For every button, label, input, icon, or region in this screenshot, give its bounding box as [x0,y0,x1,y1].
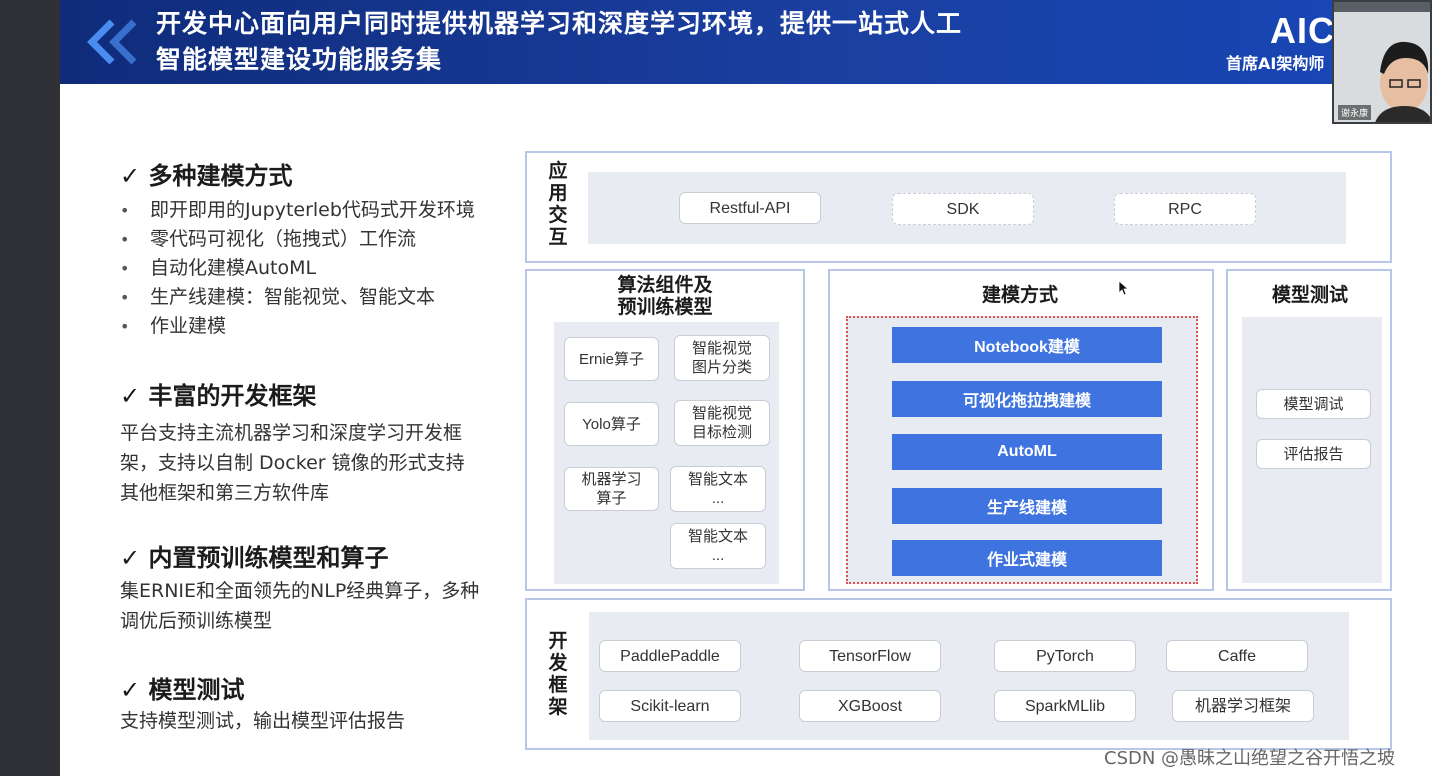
section-title-modeling: ✓ 多种建模方式 [120,162,293,190]
bullet-item: 生产线建模：智能视觉、智能文本 [120,283,475,312]
paragraph-line: 平台支持主流机器学习和深度学习开发框 [120,422,463,444]
modeling-methods-title: 建模方式 [981,284,1058,306]
brand-logo: AIC [1270,10,1335,51]
algo-chip: 机器学习 算子 [564,467,659,511]
algo-chip: Yolo算子 [564,402,659,446]
brand-subtitle: 首席AI架构师 [1226,54,1325,73]
frameworks-description: 平台支持主流机器学习和深度学习开发框 架，支持以自制 Docker 镜像的形式支… [120,418,465,508]
algo-chip: Ernie算子 [564,337,659,381]
title-banner: 开发中心面向用户同时提供机器学习和深度学习环境，提供一站式人工 智能模型建设功能… [60,0,1432,84]
visual-drag-modeling-block: 可视化拖拉拽建模 [892,381,1162,417]
dev-framework-label: 开发框架 [548,630,568,718]
algo-chip: 智能视觉 目标检测 [674,400,770,446]
framework-chip: TensorFlow [799,640,941,672]
framework-chip: Caffe [1166,640,1308,672]
restful-api-chip: Restful-API [679,192,821,224]
framework-chip: SparkMLlib [994,690,1136,722]
sdk-chip: SDK [892,193,1034,225]
model-debug-chip: 模型调试 [1256,389,1371,419]
double-chevron-left-icon [87,19,137,65]
presenter-name-label: 谢永康 [1338,105,1372,120]
automl-block: AutoML [892,434,1162,470]
mouse-cursor-icon [1118,280,1130,296]
notebook-modeling-block: Notebook建模 [892,327,1162,363]
evaluation-report-chip: 评估报告 [1256,439,1371,469]
title-line: 算法组件及 [617,274,713,296]
testing-description: 支持模型测试，输出模型评估报告 [120,710,406,732]
pretrained-description: 集ERNIE和全面领先的NLP经典算子，多种 调优后预训练模型 [120,576,479,636]
algo-chip: 智能文本 ... [670,523,766,569]
rpc-chip: RPC [1114,193,1256,225]
model-testing-title: 模型测试 [1271,284,1348,306]
section-title-testing: ✓ 模型测试 [120,676,245,704]
modeling-bullet-list: 即开即用的Jupyterleb代码式开发环境 零代码可视化（拖拽式）工作流 自动… [120,196,475,341]
bullet-item: 即开即用的Jupyterleb代码式开发环境 [120,196,475,225]
csdn-watermark: CSDN @愚昧之山绝望之谷开悟之坡 [1104,748,1396,769]
slide-title-line2: 智能模型建设功能服务集 [156,45,443,74]
algo-chip: 智能文本 ... [670,466,766,512]
paragraph-line: 架，支持以自制 Docker 镜像的形式支持 [120,452,465,474]
framework-chip: Scikit-learn [599,690,741,722]
section-title-pretrained: ✓ 内置预训练模型和算子 [120,544,389,572]
algo-chip: 智能视觉 图片分类 [674,335,770,381]
bullet-item: 零代码可视化（拖拽式）工作流 [120,225,475,254]
bullet-item: 自动化建模AutoML [120,254,475,283]
pipeline-modeling-block: 生产线建模 [892,488,1162,524]
bullet-item: 作业建模 [120,312,475,341]
algorithm-components-title: 算法组件及 预训练模型 [560,274,770,318]
job-modeling-block: 作业式建模 [892,540,1162,576]
framework-chip: 机器学习框架 [1172,690,1314,722]
framework-chip: PyTorch [994,640,1136,672]
paragraph-line: 调优后预训练模型 [120,610,273,632]
presenter-video-thumbnail: 谢永康 [1332,0,1432,124]
slide-title: 开发中心面向用户同时提供机器学习和深度学习环境，提供一站式人工 智能模型建设功能… [156,6,1156,78]
window-left-strip [0,0,60,776]
framework-chip: PaddlePaddle [599,640,741,672]
framework-chip: XGBoost [799,690,941,722]
app-interaction-label: 应用交互 [548,160,568,248]
paragraph-line: 其他框架和第三方软件库 [120,482,330,504]
paragraph-line: 集ERNIE和全面领先的NLP经典算子，多种 [120,580,480,602]
section-title-frameworks: ✓ 丰富的开发框架 [120,382,317,410]
slide-title-line1: 开发中心面向用户同时提供机器学习和深度学习环境，提供一站式人工 [156,9,963,38]
title-line: 预训练模型 [617,296,713,318]
